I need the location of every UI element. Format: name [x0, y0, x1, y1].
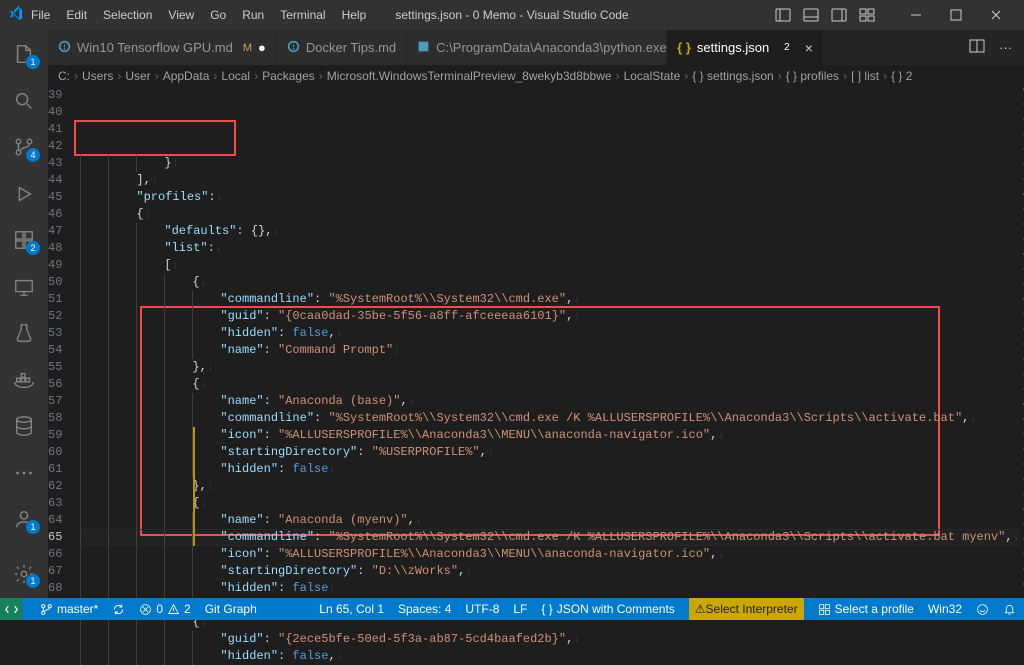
menu-bar: FileEditSelectionViewGoRunTerminalHelp [24, 4, 373, 26]
status-bar: master* 0 2 Git Graph Ln 65, Col 1 Space… [0, 598, 1024, 620]
language-button[interactable]: { } JSON with Comments [541, 602, 674, 616]
activity-account[interactable]: 1 [0, 503, 48, 536]
menu-file[interactable]: File [24, 4, 57, 26]
bell-icon[interactable] [1003, 603, 1016, 616]
tab-settings-json[interactable]: { }settings.json2× [667, 30, 824, 65]
code-area[interactable]: }↓],↓"profiles":↓{↓"defaults": {},↓"list… [80, 87, 1019, 598]
vscode-icon [8, 6, 24, 25]
breadcrumb-segment[interactable]: AppData [163, 69, 210, 83]
os-button[interactable]: Win32 [928, 602, 962, 616]
activity-remote[interactable] [0, 271, 48, 304]
activity-files[interactable]: 1 [0, 38, 48, 71]
gutter: 3940414243444546474849505152535455565758… [48, 87, 80, 598]
title-bar: FileEditSelectionViewGoRunTerminalHelp s… [0, 0, 1024, 30]
menu-go[interactable]: Go [203, 4, 233, 26]
close-button[interactable] [976, 0, 1016, 30]
tab-docker-tips-md[interactable]: Docker Tips.md [277, 30, 407, 65]
breadcrumb-segment[interactable]: Users [82, 69, 113, 83]
breadcrumb-segment[interactable]: { } settings.json [692, 69, 773, 83]
layout-panel-right-icon[interactable] [830, 6, 848, 24]
activity-extensions[interactable]: 2 [0, 224, 48, 257]
branch-button[interactable]: master* [40, 602, 98, 616]
breadcrumb[interactable]: C:›Users›User›AppData›Local›Packages›Mic… [0, 65, 1024, 87]
highlight-box-1 [74, 120, 236, 156]
interpreter-warning[interactable]: ⚠ Select Interpreter [689, 598, 804, 620]
menu-terminal[interactable]: Terminal [273, 4, 332, 26]
maximize-button[interactable] [936, 0, 976, 30]
encoding-button[interactable]: UTF-8 [465, 602, 499, 616]
menu-help[interactable]: Help [335, 4, 374, 26]
sync-button[interactable] [112, 603, 125, 616]
minimize-button[interactable] [896, 0, 936, 30]
breadcrumb-segment[interactable]: LocalState [624, 69, 681, 83]
tab-win10-tensorflow-gpu-md[interactable]: Win10 Tensorflow GPU.mdM● [48, 30, 277, 65]
cursor-position[interactable]: Ln 65, Col 1 [319, 602, 384, 616]
activity-database[interactable] [0, 410, 48, 443]
activity-search[interactable] [0, 85, 48, 118]
split-editor-icon[interactable] [969, 38, 985, 57]
minimap[interactable] [1020, 87, 1024, 598]
indent-button[interactable]: Spaces: 4 [398, 602, 451, 616]
breadcrumb-segment[interactable]: Packages [262, 69, 315, 83]
problems-button[interactable]: 0 2 [139, 602, 190, 616]
editor[interactable]: 3940414243444546474849505152535455565758… [48, 87, 1024, 598]
tab-c--programdata-anaconda3-python-exe-c--p[interactable]: C:\ProgramData\Anaconda3\python.exe C:\P… [407, 30, 667, 65]
activity-docker[interactable] [0, 364, 48, 397]
breadcrumb-segment[interactable]: User [125, 69, 150, 83]
breadcrumb-segment[interactable]: Local [221, 69, 250, 83]
breadcrumb-segment[interactable]: [ ] list [851, 69, 879, 83]
layout-grid-icon[interactable] [858, 6, 876, 24]
profile-button[interactable]: Select a profile [818, 602, 914, 616]
close-icon[interactable]: × [805, 40, 813, 56]
breadcrumb-segment[interactable]: C: [58, 69, 70, 83]
window-title: settings.json - 0 Memo - Visual Studio C… [395, 8, 628, 22]
activity-bar: 1 4 2 1 1 [0, 30, 48, 598]
breadcrumb-segment[interactable]: { } 2 [891, 69, 912, 83]
menu-edit[interactable]: Edit [59, 4, 94, 26]
feedback-icon[interactable] [976, 603, 989, 616]
remote-indicator[interactable] [0, 598, 22, 620]
breadcrumb-segment[interactable]: Microsoft.WindowsTerminalPreview_8wekyb3… [327, 69, 612, 83]
editor-tabs: Win10 Tensorflow GPU.mdM●Docker Tips.mdC… [0, 30, 1024, 65]
activity-run-debug[interactable] [0, 178, 48, 211]
layout-panel-left-icon[interactable] [774, 6, 792, 24]
menu-selection[interactable]: Selection [96, 4, 159, 26]
activity-source-control[interactable]: 4 [0, 131, 48, 164]
breadcrumb-segment[interactable]: { } profiles [786, 69, 839, 83]
menu-view[interactable]: View [161, 4, 201, 26]
activity-more[interactable] [0, 457, 48, 490]
git-graph-button[interactable]: Git Graph [205, 602, 257, 616]
eol-button[interactable]: LF [513, 602, 527, 616]
activity-settings[interactable]: 1 [0, 558, 48, 591]
more-actions-icon[interactable]: ··· [999, 40, 1012, 55]
menu-run[interactable]: Run [235, 4, 271, 26]
layout-panel-bottom-icon[interactable] [802, 6, 820, 24]
activity-testing[interactable] [0, 317, 48, 350]
